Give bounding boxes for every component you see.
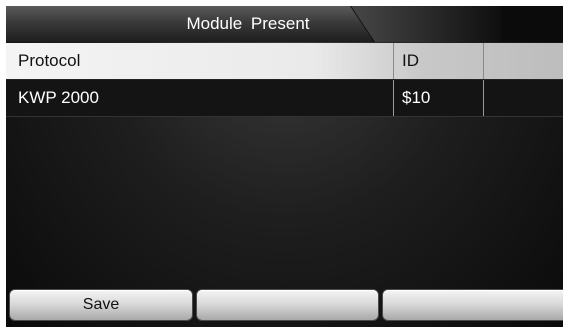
table-header-row: Protocol ID [6, 43, 563, 79]
save-button[interactable]: Save [10, 290, 192, 320]
cell-extra [483, 80, 563, 116]
title-glow [351, 6, 501, 42]
cell-id: $10 [393, 80, 483, 116]
function-button-3[interactable] [383, 290, 563, 320]
screen: Module Present Protocol ID KWP 2000 $10 … [6, 6, 563, 327]
column-header-protocol: Protocol [18, 51, 81, 70]
table-row[interactable]: KWP 2000 $10 [6, 79, 563, 117]
column-header-id: ID [393, 43, 483, 79]
cell-protocol: KWP 2000 [18, 88, 99, 107]
title-bar: Module Present [6, 6, 563, 42]
module-table: Protocol ID KWP 2000 $10 [6, 43, 563, 117]
column-header-extra [483, 43, 563, 79]
function-button-2[interactable] [197, 290, 378, 320]
page-title: Module Present [186, 14, 310, 33]
